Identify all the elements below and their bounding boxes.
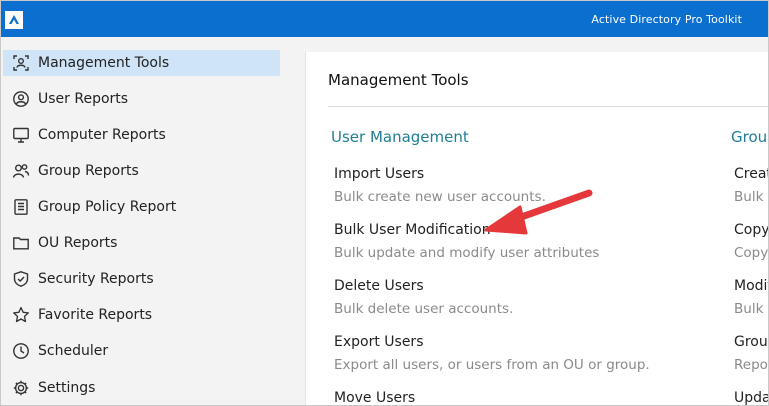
group-icon	[12, 162, 30, 180]
copy-group-link[interactable]: Copy	[734, 222, 769, 238]
create-groups-link[interactable]: Creat	[734, 166, 769, 182]
title-divider	[328, 106, 769, 107]
sidebar-item-label: Favorite Reports	[38, 307, 153, 323]
folder-icon	[12, 234, 30, 252]
clock-icon	[12, 342, 30, 360]
move-users-link[interactable]: Move Users	[334, 390, 415, 406]
update-groups-link[interactable]: Upda	[734, 390, 769, 406]
star-icon	[12, 306, 30, 324]
sidebar-item-user-reports[interactable]: User Reports	[3, 86, 280, 112]
sidebar-item-group-policy-report[interactable]: Group Policy Report	[3, 194, 280, 220]
bulk-user-modification-description: Bulk update and modify user attributes	[334, 245, 600, 261]
sidebar-item-favorite-reports[interactable]: Favorite Reports	[3, 302, 280, 328]
sidebar-item-management-tools[interactable]: Management Tools	[3, 50, 280, 76]
export-users-description: Export all users, or users from an OU or…	[334, 357, 650, 373]
sidebar-item-label: Management Tools	[38, 55, 170, 71]
app-logo-icon	[5, 11, 23, 29]
sidebar-item-label: User Reports	[38, 91, 129, 107]
shield-icon	[12, 270, 30, 288]
sidebar-item-label: Group Policy Report	[38, 199, 177, 215]
sidebar-item-scheduler[interactable]: Scheduler	[3, 338, 280, 364]
annotation-arrow-icon	[484, 189, 593, 235]
monitor-icon	[12, 126, 30, 144]
group-report-link[interactable]: Group	[734, 334, 769, 350]
app-title: Active Directory Pro Toolkit	[591, 13, 742, 26]
delete-users-description: Bulk delete user accounts.	[334, 301, 514, 317]
sidebar-item-label: Computer Reports	[38, 127, 166, 143]
modify-groups-description: Bulk	[734, 301, 764, 317]
section-heading-user-management: User Management	[331, 128, 469, 146]
group-report-description: Repo	[734, 357, 768, 373]
title-bar: Active Directory Pro Toolkit	[0, 0, 769, 37]
sidebar-item-settings[interactable]: Settings	[3, 375, 280, 401]
sidebar-item-label: Group Reports	[38, 163, 139, 179]
sidebar-item-security-reports[interactable]: Security Reports	[3, 266, 280, 292]
import-users-link[interactable]: Import Users	[334, 166, 424, 182]
section-heading-group: Group	[731, 128, 769, 146]
sidebar-item-label: Security Reports	[38, 271, 154, 287]
sidebar-item-label: Scheduler	[38, 343, 109, 359]
user-icon	[12, 90, 30, 108]
modify-groups-link[interactable]: Modif	[734, 278, 769, 294]
management-tools-icon	[12, 54, 30, 72]
gear-icon	[12, 379, 30, 397]
sidebar-item-ou-reports[interactable]: OU Reports	[3, 230, 280, 256]
copy-group-description: Copy	[734, 245, 769, 261]
sidebar-item-computer-reports[interactable]: Computer Reports	[3, 122, 280, 148]
bulk-user-modification-link[interactable]: Bulk User Modification	[334, 222, 491, 238]
sidebar-item-group-reports[interactable]: Group Reports	[3, 158, 280, 184]
export-users-link[interactable]: Export Users	[334, 334, 423, 350]
create-groups-description: Bulk c	[734, 189, 769, 205]
sidebar-item-label: Settings	[38, 380, 96, 396]
sidebar-item-label: OU Reports	[38, 235, 118, 251]
sidebar: Management Tools User Reports Computer R…	[0, 37, 292, 406]
policy-icon	[12, 198, 30, 216]
delete-users-link[interactable]: Delete Users	[334, 278, 424, 294]
page-title: Management Tools	[328, 71, 469, 89]
